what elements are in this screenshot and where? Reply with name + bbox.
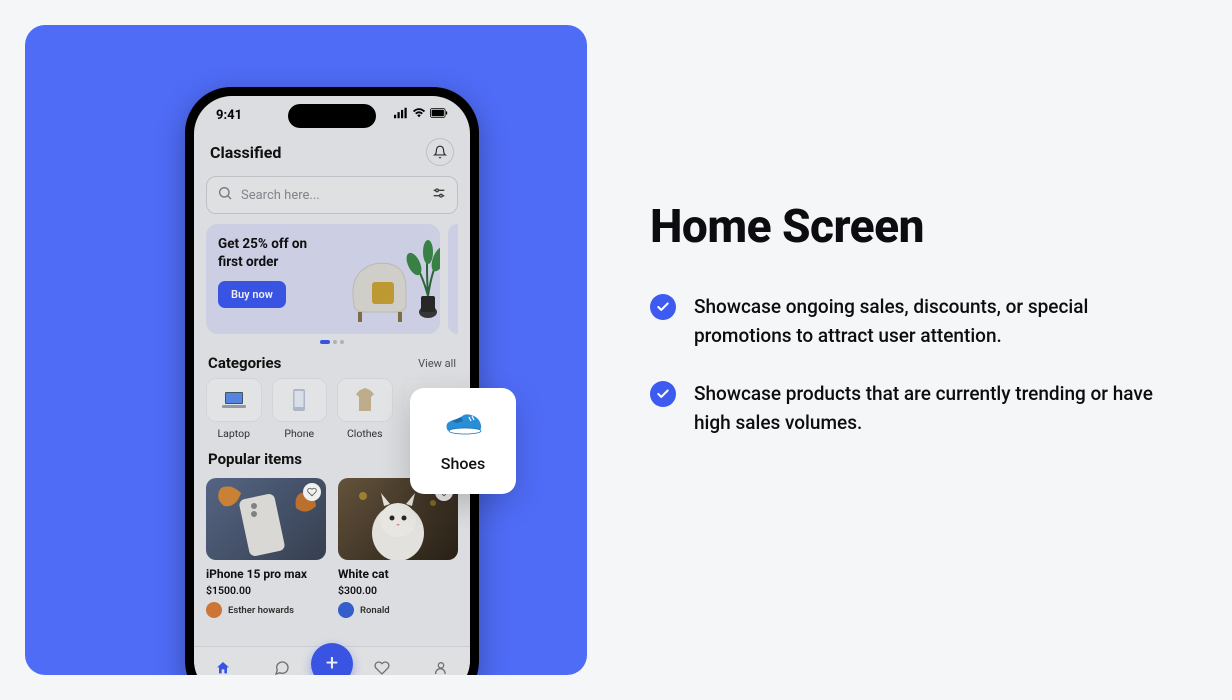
nav-add-button[interactable]: + [311, 643, 353, 676]
category-laptop[interactable]: Laptop [206, 378, 262, 440]
bullet-text: Showcase ongoing sales, discounts, or sp… [694, 292, 1170, 351]
page-title: Home Screen [650, 200, 1170, 254]
popular-grid: iPhone 15 pro max $1500.00 Esther howard… [194, 474, 470, 622]
status-time: 9:41 [216, 108, 242, 123]
popular-title: Popular items [208, 450, 302, 468]
feature-bullet: Showcase products that are currently tre… [650, 379, 1170, 438]
product-card[interactable]: White cat $300.00 Ronald [338, 478, 458, 618]
search-icon [217, 185, 233, 205]
app-header: Classified [194, 134, 470, 176]
category-clothes[interactable]: Clothes [337, 378, 393, 440]
battery-icon [430, 104, 448, 126]
seller-avatar [206, 602, 222, 618]
nav-chats[interactable]: Chats [253, 660, 312, 676]
seller-avatar [338, 602, 354, 618]
callout-category-shoes: Shoes [410, 388, 516, 494]
phone-screen: 9:41 Classified [194, 96, 470, 675]
promo-card-next[interactable] [448, 224, 458, 334]
favorite-button[interactable] [303, 483, 321, 501]
nav-home[interactable]: Home [194, 660, 253, 676]
product-price: $300.00 [338, 584, 458, 597]
wifi-icon [412, 106, 426, 124]
categories-header: Categories View all [194, 344, 470, 378]
product-card[interactable]: iPhone 15 pro max $1500.00 Esther howard… [206, 478, 326, 618]
product-name: White cat [338, 567, 458, 581]
seller-name: Ronald [360, 605, 390, 616]
check-icon [650, 294, 676, 320]
app-title: Classified [210, 143, 281, 162]
bullet-text: Showcase products that are currently tre… [694, 379, 1170, 438]
search-input[interactable]: Search here... [206, 176, 458, 214]
product-name: iPhone 15 pro max [206, 567, 326, 581]
product-price: $1500.00 [206, 584, 326, 597]
notifications-button[interactable] [426, 138, 454, 166]
bottom-nav: Home Chats + Favorites Profile [194, 646, 470, 675]
phone-frame: 9:41 Classified [185, 87, 479, 675]
promo-title: Get 25% off on first order [218, 236, 328, 271]
dynamic-island [288, 104, 376, 128]
nav-favorites[interactable]: Favorites [353, 660, 412, 676]
description-panel: Home Screen Showcase ongoing sales, disc… [650, 200, 1170, 466]
check-icon [650, 381, 676, 407]
callout-label: Shoes [441, 454, 485, 473]
view-all-link[interactable]: View all [418, 357, 456, 370]
category-phone[interactable]: Phone [272, 378, 328, 440]
feature-bullet: Showcase ongoing sales, discounts, or sp… [650, 292, 1170, 351]
seller-name: Esther howards [228, 605, 294, 616]
promo-carousel[interactable]: Get 25% off on first order Buy now [194, 214, 470, 338]
filter-icon[interactable] [431, 185, 447, 205]
promo-card[interactable]: Get 25% off on first order Buy now [206, 224, 440, 334]
search-placeholder: Search here... [241, 188, 431, 203]
signal-icon [394, 106, 408, 124]
shoe-icon [443, 409, 483, 444]
promo-image [336, 234, 440, 329]
nav-profile[interactable]: Profile [412, 660, 471, 676]
showcase-panel: 9:41 Classified [25, 25, 587, 675]
product-image [206, 478, 326, 560]
categories-title: Categories [208, 354, 281, 372]
buy-now-button[interactable]: Buy now [218, 281, 286, 308]
